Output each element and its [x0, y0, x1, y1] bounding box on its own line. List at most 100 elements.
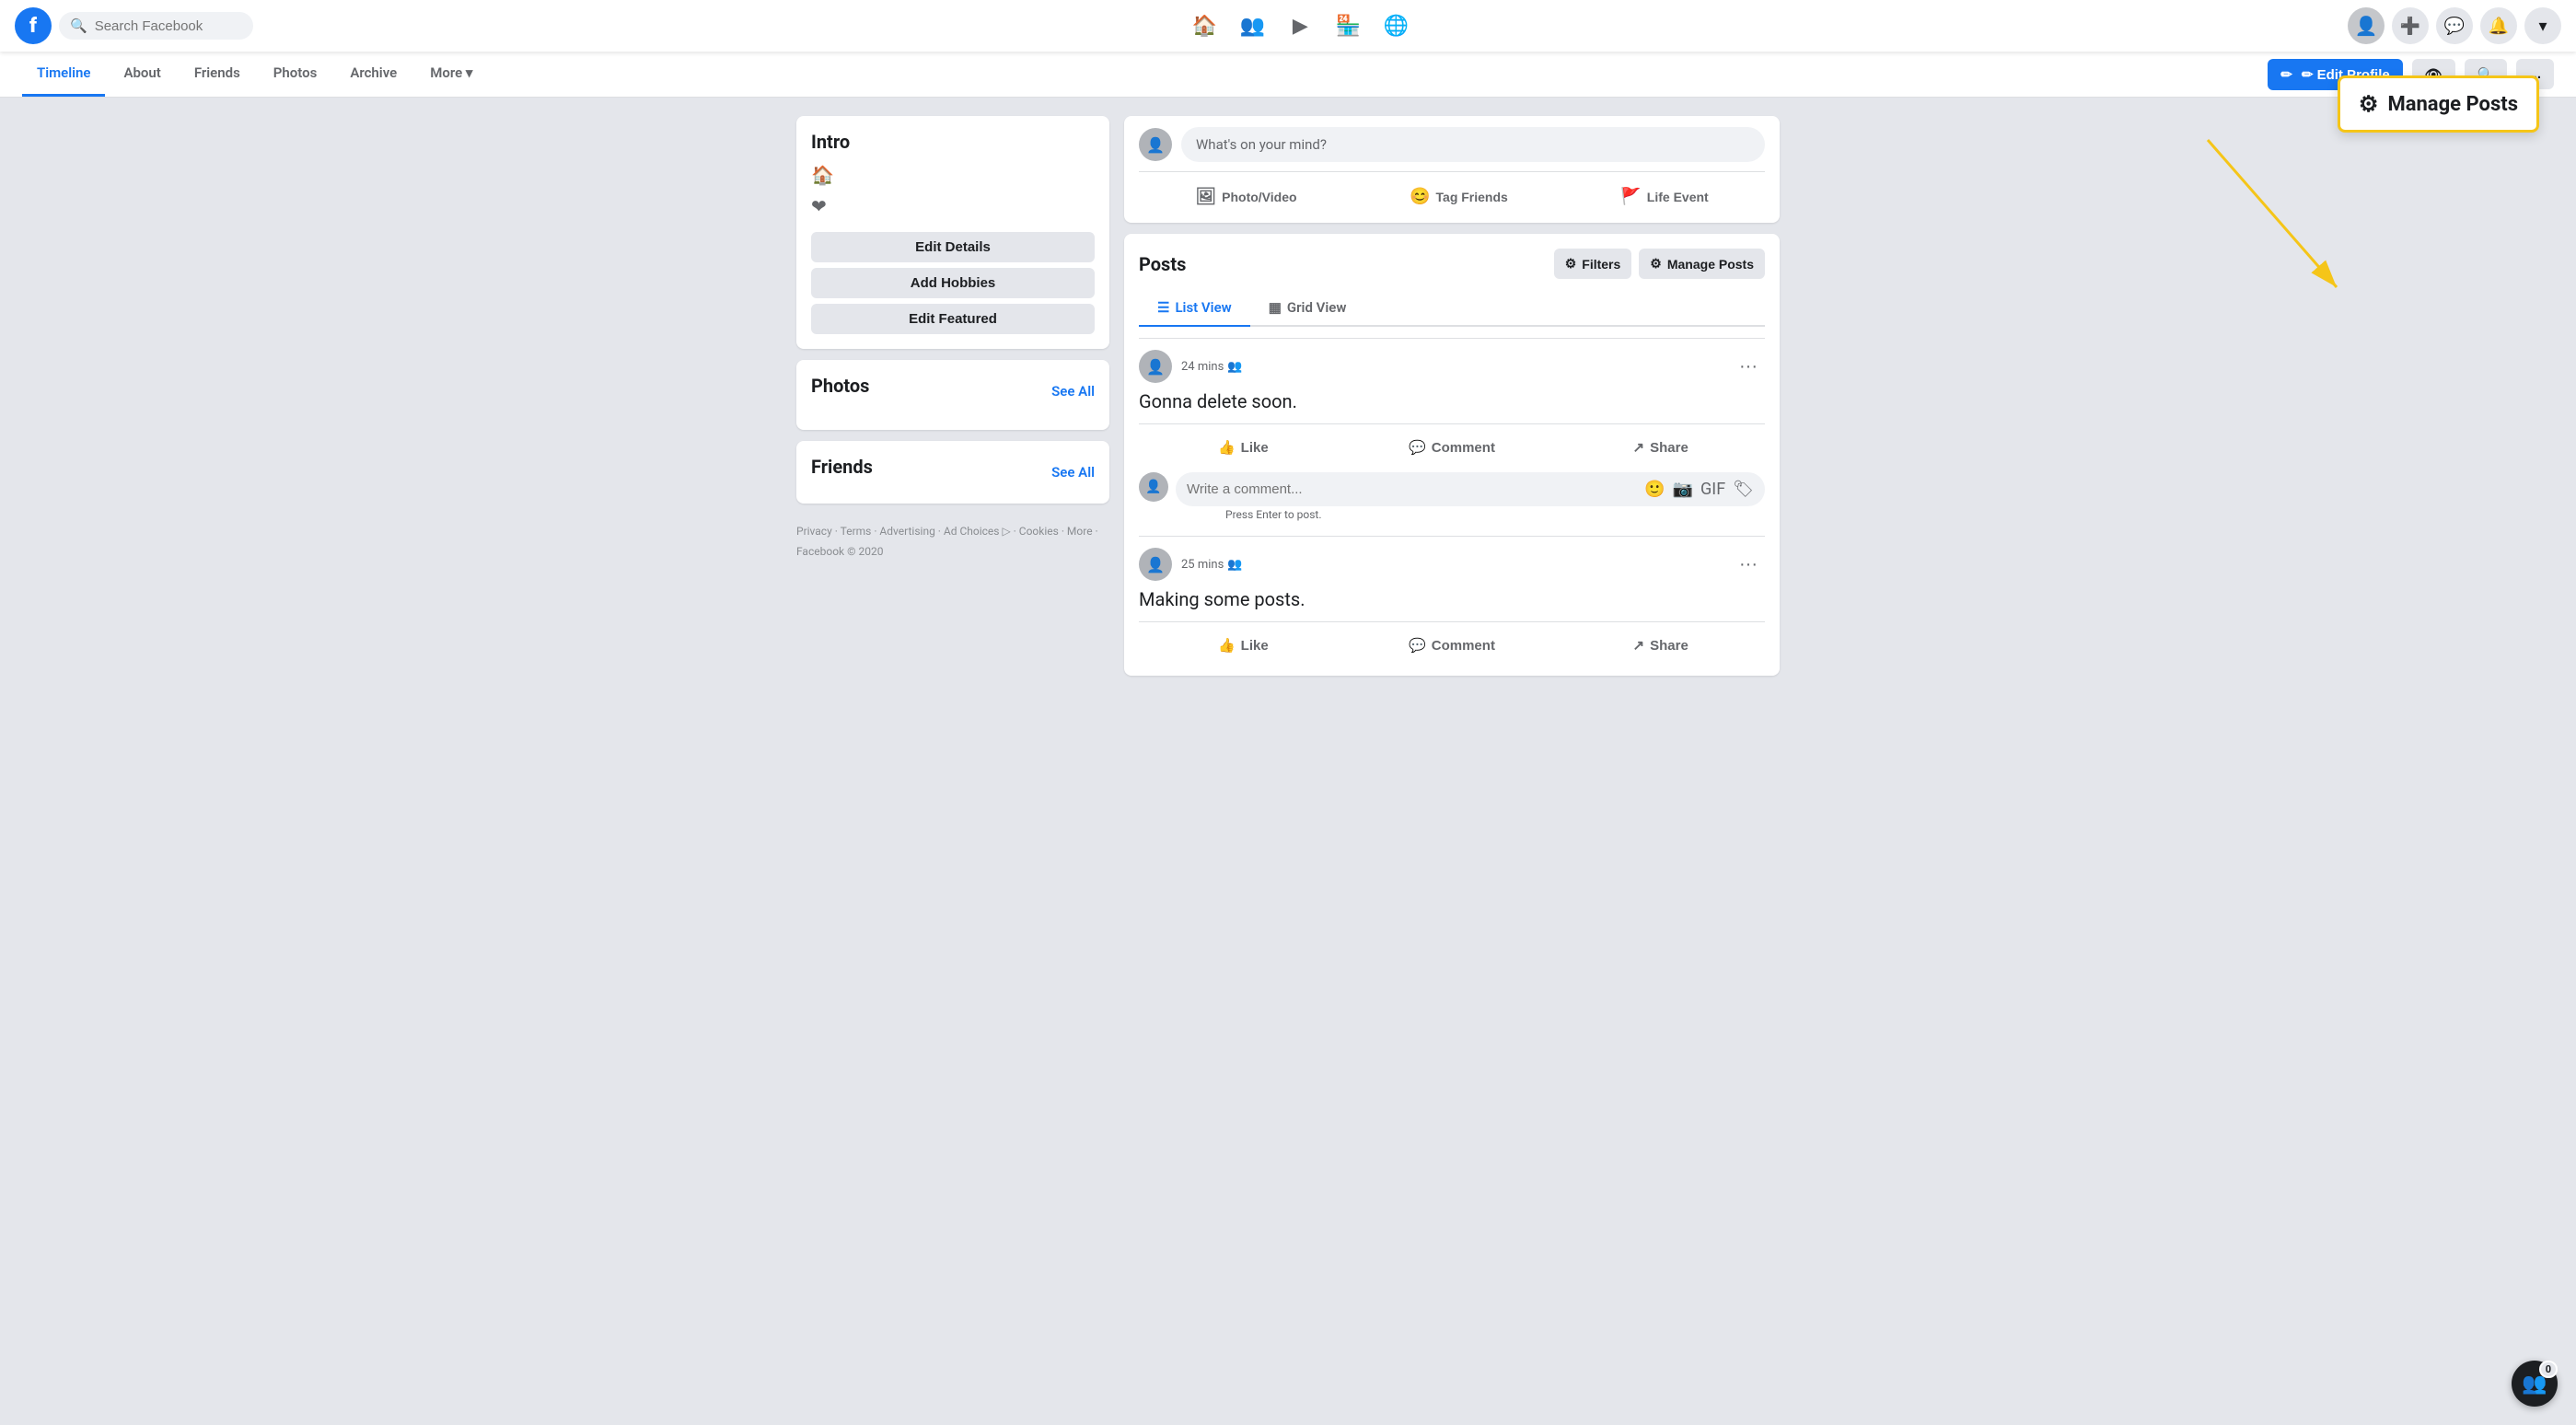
comment-icon-1: 💬 [1409, 439, 1426, 456]
main-content: Intro 🏠 ❤ Edit Details Add Hobbies Edit … [782, 116, 1794, 676]
top-nav: f 🔍 🏠 👥 ▶ 🏪 🌐 👤 ➕ 💬 🔔 ▾ [0, 0, 2576, 52]
composer-top: 👤 What's on your mind? [1139, 127, 1765, 162]
comment-icon-2: 💬 [1409, 637, 1426, 654]
photos-title: Photos [811, 375, 869, 397]
post-2-avatar-icon: 👤 [1146, 556, 1165, 573]
post-1-actions: 👍 Like 💬 Comment ↗ Share [1139, 423, 1765, 463]
grid-view-icon: ▦ [1269, 299, 1282, 316]
post-item-2: 👤 25 mins 👥 ··· Making some posts. 👍 Li [1139, 536, 1765, 661]
friends-card: Friends See All [796, 441, 1109, 504]
post-1-meta: 24 mins 👥 [1181, 360, 1723, 374]
add-btn[interactable]: ➕ [2392, 7, 2429, 44]
tab-more[interactable]: More ▾ [415, 52, 487, 97]
photos-card: Photos See All [796, 360, 1109, 430]
tab-archive[interactable]: Archive [335, 52, 412, 97]
tab-friends[interactable]: Friends [180, 52, 255, 97]
post-1-more-btn[interactable]: ··· [1732, 353, 1765, 381]
tab-list-view[interactable]: ☰ List View [1139, 290, 1250, 327]
intro-home-row: 🏠 [811, 164, 1095, 186]
post-2-more-btn[interactable]: ··· [1732, 550, 1765, 579]
posts-section: Posts ⚙ Filters ⚙ Manage Posts ☰ List Vi… [1124, 234, 1780, 676]
search-bar[interactable]: 🔍 [59, 12, 253, 40]
post-2-like-btn[interactable]: 👍 Like [1139, 630, 1348, 661]
tab-about[interactable]: About [109, 52, 175, 97]
photos-see-all[interactable]: See All [1051, 383, 1095, 400]
notifications-btn[interactable]: 🔔 [2480, 7, 2517, 44]
emoji-icon-1[interactable]: 🙂 [1644, 480, 1665, 499]
home-icon: 🏠 [811, 164, 834, 186]
audience-icon-2: 👥 [1227, 558, 1242, 572]
posts-title: Posts [1139, 253, 1186, 275]
posts-controls: ⚙ Filters ⚙ Manage Posts [1554, 249, 1765, 279]
press-enter-1: Press Enter to post. [1176, 508, 1765, 521]
post-1-text: Gonna delete soon. [1139, 390, 1765, 412]
post-2-avatar: 👤 [1139, 548, 1172, 581]
sticker-icon-1[interactable]: 🏷 [1733, 480, 1754, 499]
right-column: 👤 What's on your mind? 🖼 Photo/Video 😊 T… [1124, 116, 1780, 676]
nav-groups-btn[interactable]: 🌐 [1374, 4, 1418, 48]
nav-marketplace-btn[interactable]: 🏪 [1326, 4, 1370, 48]
comment-input-1[interactable] [1187, 481, 1644, 497]
view-tabs: ☰ List View ▦ Grid View [1139, 290, 1765, 327]
intro-heart-row: ❤ [811, 195, 1095, 217]
audience-icon-1: 👥 [1227, 360, 1242, 374]
tag-friends-button[interactable]: 😊 Tag Friends [1398, 181, 1519, 212]
comment-avatar-icon-1: 👤 [1145, 480, 1161, 494]
filters-icon: ⚙ [1565, 256, 1577, 272]
messenger-btn[interactable]: 💬 [2436, 7, 2473, 44]
tab-timeline[interactable]: Timeline [22, 52, 105, 97]
filters-button[interactable]: ⚙ Filters [1554, 249, 1632, 279]
user-avatar-nav[interactable]: 👤 [2348, 7, 2385, 44]
manage-posts-gear-icon: ⚙ [1650, 256, 1662, 272]
edit-icon: ✏ [2280, 66, 2292, 83]
gif-icon-1[interactable]: GIF [1700, 480, 1725, 499]
post-2-actions: 👍 Like 💬 Comment ↗ Share [1139, 621, 1765, 661]
composer-avatar-icon: 👤 [1146, 136, 1165, 154]
edit-featured-button[interactable]: Edit Featured [811, 304, 1095, 334]
post-1-comment-btn[interactable]: 💬 Comment [1348, 432, 1557, 463]
comment-avatar-1: 👤 [1139, 472, 1168, 502]
post-1-time: 24 mins 👥 [1181, 360, 1723, 374]
heart-icon: ❤ [811, 195, 827, 217]
facebook-logo[interactable]: f [15, 7, 52, 44]
search-input[interactable] [95, 18, 242, 34]
comment-input-wrap-1[interactable]: 🙂 📷 GIF 🏷 [1176, 472, 1765, 506]
manage-posts-button[interactable]: ⚙ Manage Posts [1639, 249, 1765, 279]
tab-photos[interactable]: Photos [259, 52, 332, 97]
tab-grid-view[interactable]: ▦ Grid View [1250, 290, 1365, 327]
post-1-like-btn[interactable]: 👍 Like [1139, 432, 1348, 463]
people-badge-count: 0 [2539, 1361, 2558, 1378]
friends-see-all[interactable]: See All [1051, 464, 1095, 481]
avatar-icon: 👤 [2355, 15, 2378, 37]
post-2-share-btn[interactable]: ↗ Share [1556, 630, 1765, 661]
manage-posts-callout[interactable]: ⚙ Manage Posts [2338, 75, 2539, 133]
camera-icon-1[interactable]: 📷 [1673, 480, 1693, 499]
life-event-icon: 🚩 [1620, 187, 1641, 206]
profile-tabs-bar: Timeline About Friends Photos Archive Mo… [0, 52, 2576, 98]
people-badge[interactable]: 👥 0 [2512, 1361, 2558, 1407]
intro-title: Intro [811, 131, 1095, 153]
photo-video-button[interactable]: 🖼 Photo/Video [1184, 181, 1307, 212]
callout-label: Manage Posts [2387, 93, 2518, 116]
facebook-logo-f: f [29, 15, 37, 38]
nav-home-btn[interactable]: 🏠 [1182, 4, 1226, 48]
add-hobbies-button[interactable]: Add Hobbies [811, 268, 1095, 298]
post-1-share-btn[interactable]: ↗ Share [1556, 432, 1765, 463]
edit-details-button[interactable]: Edit Details [811, 232, 1095, 262]
photos-header: Photos See All [811, 375, 1095, 408]
composer-input[interactable]: What's on your mind? [1181, 127, 1765, 162]
photo-video-icon: 🖼 [1195, 187, 1216, 206]
post-1-header: 👤 24 mins 👥 ··· [1139, 350, 1765, 383]
nav-friends-btn[interactable]: 👥 [1230, 4, 1274, 48]
posts-header: Posts ⚙ Filters ⚙ Manage Posts [1139, 249, 1765, 279]
intro-card: Intro 🏠 ❤ Edit Details Add Hobbies Edit … [796, 116, 1109, 349]
like-icon-1: 👍 [1218, 439, 1236, 456]
nav-center-icons: 🏠 👥 ▶ 🏪 🌐 [261, 4, 2340, 48]
nav-video-btn[interactable]: ▶ [1278, 4, 1322, 48]
dropdown-btn[interactable]: ▾ [2524, 7, 2561, 44]
life-event-button[interactable]: 🚩 Life Event [1609, 181, 1719, 212]
share-icon-2: ↗ [1633, 637, 1645, 654]
post-2-comment-btn[interactable]: 💬 Comment [1348, 630, 1557, 661]
post-2-meta: 25 mins 👥 [1181, 558, 1723, 572]
footer-links: Privacy · Terms · Advertising · Ad Choic… [796, 515, 1109, 569]
